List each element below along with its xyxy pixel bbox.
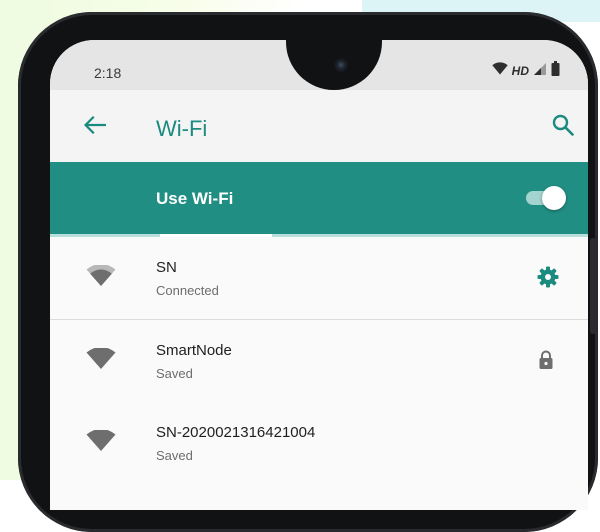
- page-title: Wi-Fi: [156, 116, 208, 141]
- wifi-signal-icon: [86, 264, 116, 292]
- phone-frame: 2:18 HD Wi-Fi Use Wi-Fi SN Connected Sma…: [18, 12, 598, 532]
- network-status: Connected: [156, 283, 219, 298]
- network-status: Saved: [156, 366, 193, 381]
- search-icon: [552, 114, 574, 141]
- network-ssid: SN-2020021316421004: [156, 424, 316, 441]
- toggle-thumb: [542, 186, 566, 210]
- battery-icon: [551, 61, 560, 81]
- network-type-label: HD: [511, 64, 529, 78]
- back-button[interactable]: [80, 112, 110, 142]
- network-item[interactable]: SmartNode Saved: [50, 320, 588, 402]
- network-ssid: SmartNode: [156, 342, 232, 359]
- use-wifi-row[interactable]: Use Wi-Fi: [50, 162, 588, 234]
- arrow-back-icon: [83, 115, 107, 139]
- network-ssid: SN: [156, 259, 177, 276]
- wifi-status-icon: [491, 62, 508, 80]
- wifi-toggle[interactable]: [526, 185, 566, 211]
- use-wifi-label: Use Wi-Fi: [156, 189, 234, 208]
- network-status: Saved: [156, 448, 193, 463]
- gear-icon[interactable]: [536, 265, 560, 294]
- app-bar: Wi-Fi: [50, 90, 588, 162]
- status-icons: HD: [491, 61, 560, 81]
- wifi-signal-icon: [86, 347, 116, 375]
- side-button: [590, 238, 596, 334]
- search-button[interactable]: [548, 112, 578, 142]
- wifi-signal-icon: [86, 429, 116, 457]
- cell-signal-icon: [533, 62, 547, 81]
- front-camera: [334, 58, 348, 72]
- phone-screen: 2:18 HD Wi-Fi Use Wi-Fi SN Connected Sma…: [50, 40, 588, 510]
- status-time: 2:18: [94, 65, 122, 81]
- network-item[interactable]: SN-2020021316421004 Saved: [50, 402, 588, 484]
- network-item[interactable]: SN Connected: [50, 237, 588, 320]
- lock-icon: [538, 350, 554, 375]
